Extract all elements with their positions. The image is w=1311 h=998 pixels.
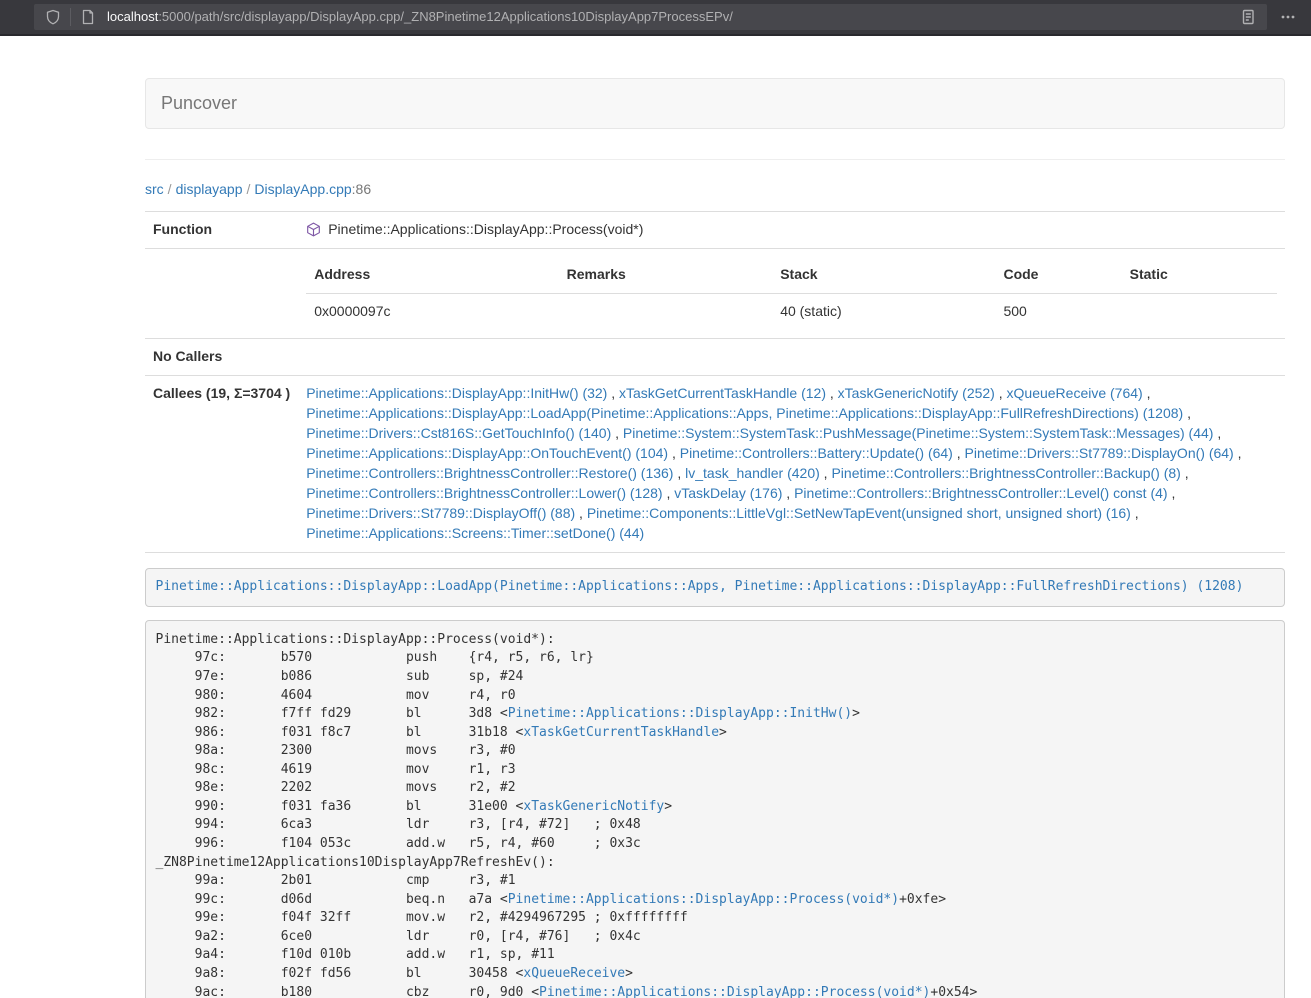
breadcrumb-line-number: :86 <box>352 181 371 197</box>
callee-separator: , <box>607 385 619 401</box>
static-value <box>1122 293 1277 329</box>
assembly-code: Pinetime::Applications::DisplayApp::Proc… <box>145 620 1285 998</box>
code-symbol-link[interactable]: xTaskGetCurrentTaskHandle <box>523 725 719 740</box>
callees-list: Pinetime::Applications::DisplayApp::Init… <box>298 375 1285 552</box>
callee-separator: , <box>1234 445 1242 461</box>
callee-separator: , <box>782 485 794 501</box>
no-callers-label: No Callers <box>145 338 298 375</box>
callee-link[interactable]: Pinetime::Applications::DisplayApp::Init… <box>306 385 607 401</box>
page-content: Puncover src/displayapp/DisplayApp.cpp:8… <box>0 36 1311 998</box>
function-detail-table: Address Remarks Stack Code Static 0x0000… <box>306 257 1277 330</box>
callee-link[interactable]: Pinetime::Applications::DisplayApp::Load… <box>306 405 1183 421</box>
callee-separator: , <box>1143 385 1151 401</box>
callees-row: Callees (19, Σ=3704 ) Pinetime::Applicat… <box>145 375 1285 552</box>
highlighted-symbol-link[interactable]: Pinetime::Applications::DisplayApp::Load… <box>156 579 1244 594</box>
function-row: Function Pinetime::Applications::Display… <box>145 211 1285 248</box>
breadcrumb: src/displayapp/DisplayApp.cpp:86 <box>145 180 1285 200</box>
code-symbol-link[interactable]: xQueueReceive <box>523 966 625 981</box>
col-header-stack: Stack <box>772 257 995 293</box>
urlbar-separator <box>70 8 71 26</box>
callee-link[interactable]: xTaskGenericNotify (252) <box>838 385 995 401</box>
shield-icon[interactable] <box>40 4 66 30</box>
callee-link[interactable]: Pinetime::Controllers::Battery::Update()… <box>680 445 953 461</box>
divider <box>145 159 1285 160</box>
callee-separator: , <box>953 445 965 461</box>
callee-separator: , <box>611 425 623 441</box>
callee-separator: , <box>826 385 838 401</box>
page-info-icon[interactable] <box>75 4 101 30</box>
app-brand[interactable]: Puncover <box>161 91 237 117</box>
url-host: localhost <box>107 9 158 24</box>
function-table: Function Pinetime::Applications::Display… <box>145 211 1285 553</box>
browser-toolbar: localhost:5000/path/src/displayapp/Displ… <box>0 0 1311 36</box>
callee-separator: , <box>575 505 587 521</box>
remarks-value <box>559 293 773 329</box>
highlighted-symbol-box: Pinetime::Applications::DisplayApp::Load… <box>145 568 1285 608</box>
no-callers-row: No Callers <box>145 338 1285 375</box>
code-symbol-link[interactable]: xTaskGenericNotify <box>523 799 664 814</box>
col-header-address: Address <box>306 257 558 293</box>
callee-separator: , <box>663 485 675 501</box>
breadcrumb-link-src[interactable]: src <box>145 181 164 197</box>
code-symbol-link[interactable]: Pinetime::Applications::DisplayApp::Init… <box>508 706 852 721</box>
callee-link[interactable]: Pinetime::Drivers::St7789::DisplayOff() … <box>306 505 575 521</box>
callee-separator: , <box>1131 505 1139 521</box>
callee-link[interactable]: xQueueReceive (764) <box>1007 385 1143 401</box>
breadcrumb-link-file[interactable]: DisplayApp.cpp <box>254 181 351 197</box>
function-detail-row: Address Remarks Stack Code Static 0x0000… <box>145 248 1285 338</box>
callee-link[interactable]: Pinetime::Controllers::BrightnessControl… <box>306 485 662 501</box>
callee-separator: , <box>668 445 680 461</box>
code-symbol-link[interactable]: Pinetime::Applications::DisplayApp::Proc… <box>508 892 899 907</box>
breadcrumb-separator: / <box>164 181 176 197</box>
package-icon <box>306 222 321 237</box>
callee-separator: , <box>1213 425 1221 441</box>
code-value: 500 <box>995 293 1121 329</box>
url-path: :5000/path/src/displayapp/DisplayApp.cpp… <box>158 9 733 24</box>
app-header: Puncover <box>145 78 1285 129</box>
callee-separator: , <box>995 385 1007 401</box>
callee-link[interactable]: Pinetime::Drivers::Cst816S::GetTouchInfo… <box>306 425 611 441</box>
callee-link[interactable]: Pinetime::Applications::DisplayApp::OnTo… <box>306 445 668 461</box>
callees-label: Callees (19, Σ=3704 ) <box>145 375 298 552</box>
breadcrumb-link-displayapp[interactable]: displayapp <box>176 181 243 197</box>
callee-link[interactable]: Pinetime::Applications::Screens::Timer::… <box>306 525 644 541</box>
callee-separator: , <box>1183 405 1191 421</box>
stack-value: 40 (static) <box>772 293 995 329</box>
callee-link[interactable]: Pinetime::Drivers::St7789::DisplayOn() (… <box>965 445 1234 461</box>
callee-link[interactable]: Pinetime::Controllers::BrightnessControl… <box>306 465 673 481</box>
callee-link[interactable]: Pinetime::Controllers::BrightnessControl… <box>794 485 1167 501</box>
code-symbol-link[interactable]: Pinetime::Applications::DisplayApp::Proc… <box>539 985 930 998</box>
breadcrumb-separator: / <box>243 181 255 197</box>
callee-separator: , <box>820 465 832 481</box>
callee-link[interactable]: Pinetime::Controllers::BrightnessControl… <box>831 465 1180 481</box>
callee-link[interactable]: vTaskDelay (176) <box>674 485 782 501</box>
overflow-menu-icon[interactable] <box>1273 2 1303 32</box>
callee-link[interactable]: Pinetime::Components::LittleVgl::SetNewT… <box>587 505 1131 521</box>
callee-separator: , <box>1168 485 1176 501</box>
url-bar[interactable]: localhost:5000/path/src/displayapp/Displ… <box>34 4 1267 30</box>
callee-link[interactable]: xTaskGetCurrentTaskHandle (12) <box>619 385 826 401</box>
callee-link[interactable]: Pinetime::System::SystemTask::PushMessag… <box>623 425 1214 441</box>
callee-link[interactable]: lv_task_handler (420) <box>685 465 820 481</box>
callee-separator: , <box>673 465 685 481</box>
function-signature: Pinetime::Applications::DisplayApp::Proc… <box>328 220 643 240</box>
table-row: 0x0000097c 40 (static) 500 <box>306 293 1277 329</box>
col-header-static: Static <box>1122 257 1277 293</box>
address-value: 0x0000097c <box>306 293 558 329</box>
url-text: localhost:5000/path/src/displayapp/Displ… <box>107 8 1235 27</box>
function-label: Function <box>145 211 298 248</box>
col-header-remarks: Remarks <box>559 257 773 293</box>
callee-separator: , <box>1181 465 1189 481</box>
col-header-code: Code <box>995 257 1121 293</box>
reader-view-icon[interactable] <box>1235 4 1261 30</box>
